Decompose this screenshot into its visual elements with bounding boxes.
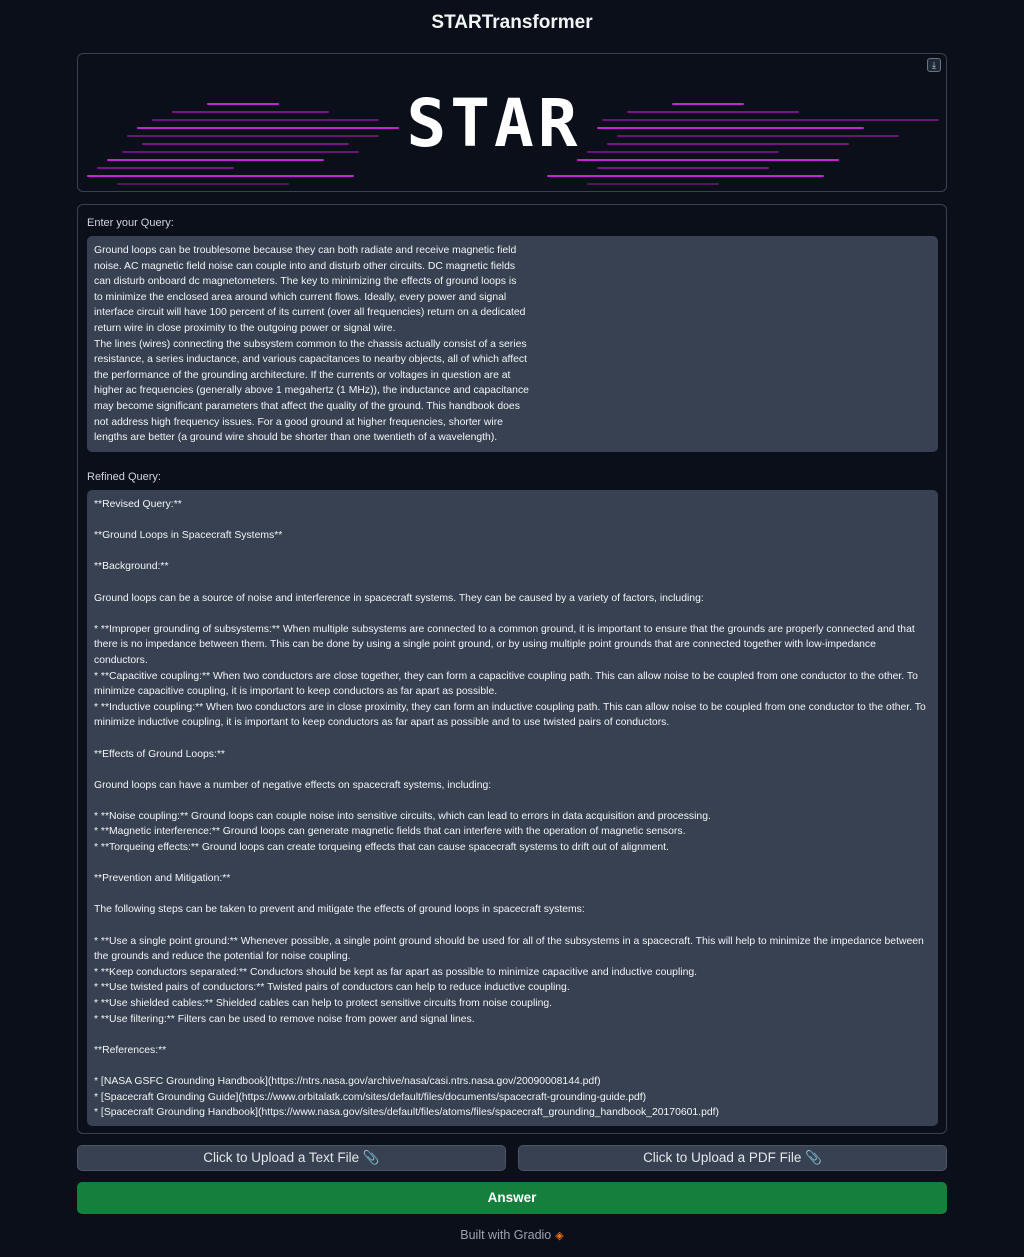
query-panel: Enter your Query: Ground loops can be tr…: [77, 204, 947, 1134]
gradio-logo-icon: ◈: [555, 1230, 564, 1242]
star-banner-image: STAR ⤓: [77, 53, 947, 192]
answer-button[interactable]: Answer: [77, 1182, 947, 1214]
query-label: Enter your Query:: [87, 217, 174, 229]
query-textarea[interactable]: Ground loops can be troublesome because …: [87, 236, 938, 452]
refined-query-label: Refined Query:: [87, 471, 161, 483]
app-title: STARTransformer: [431, 12, 593, 33]
star-logo-graphic: STAR: [87, 85, 939, 185]
refined-query-textarea[interactable]: **Revised Query:** **Ground Loops in Spa…: [87, 490, 938, 1126]
upload-text-file-button[interactable]: Click to Upload a Text File 📎: [77, 1145, 506, 1171]
footer: Built with Gradio ◈: [0, 1228, 1024, 1242]
upload-pdf-file-button[interactable]: Click to Upload a PDF File 📎: [518, 1145, 947, 1171]
built-with-gradio-link[interactable]: Built with Gradio: [460, 1228, 551, 1242]
download-icon[interactable]: ⤓: [927, 58, 941, 72]
star-logo-text: STAR: [407, 85, 582, 162]
